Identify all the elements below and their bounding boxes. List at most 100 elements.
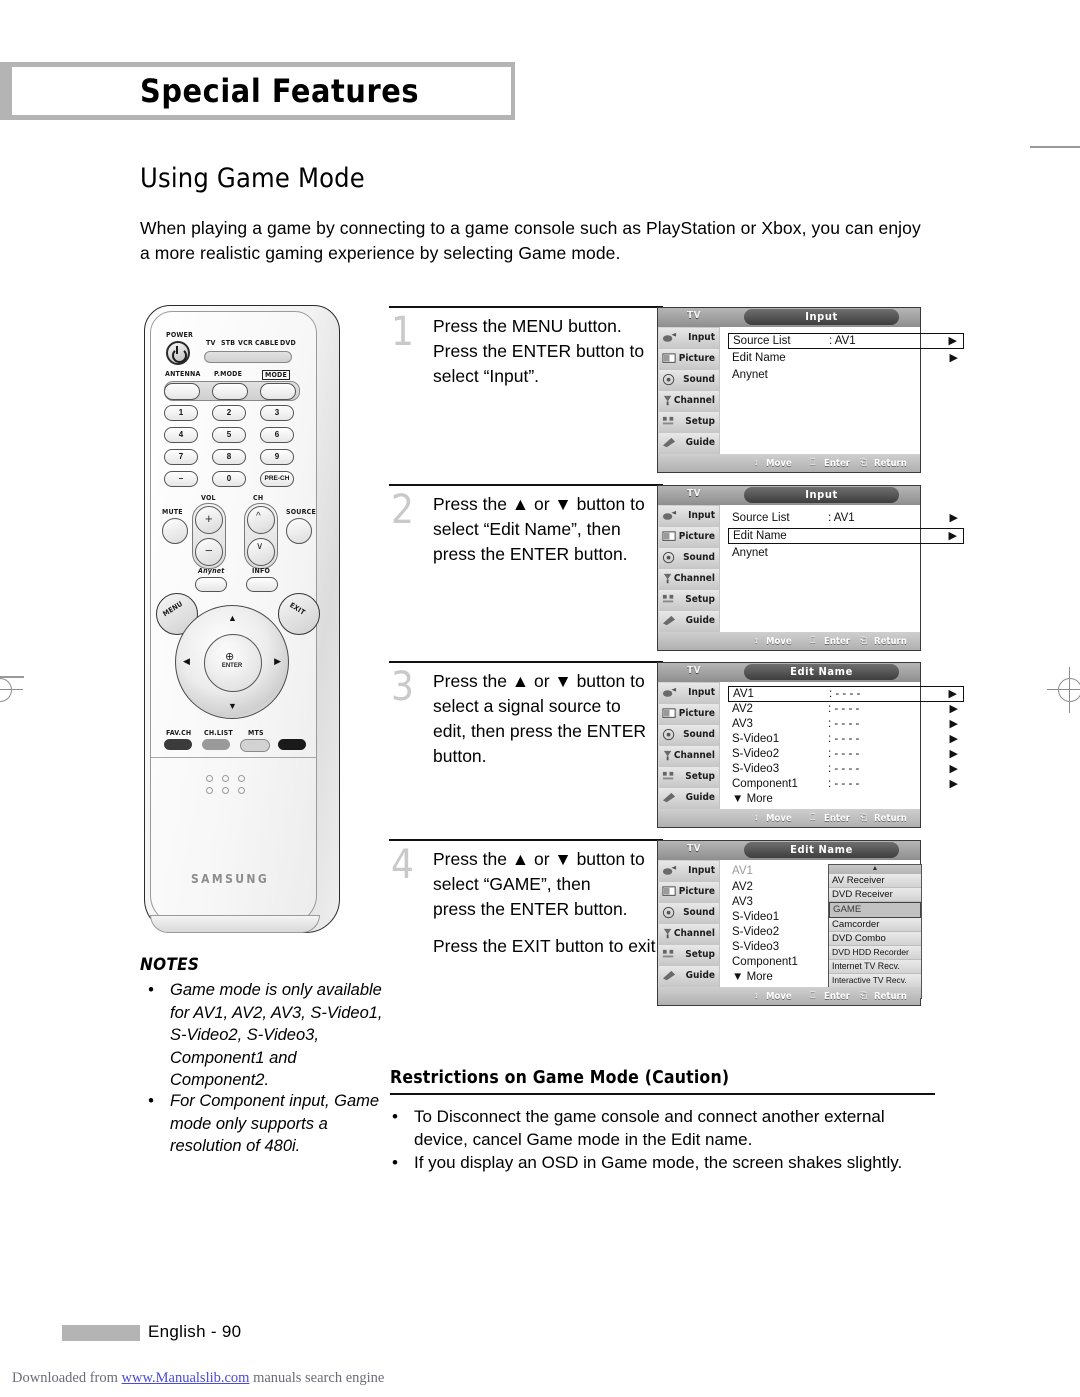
osd-row-source-list[interactable]: Source List : AV1 ▶ [728,511,964,527]
step-divider [389,306,663,309]
sidebar-item-input[interactable]: Input [659,861,719,883]
sidebar-item-input[interactable]: Input [659,683,719,705]
popup-item-av-receiver[interactable]: AV Receiver [829,874,921,889]
sidebar-item-setup[interactable]: Setup [659,945,719,967]
restriction-text: If you display an OSD in Game mode, the … [414,1153,903,1172]
popup-item-dvd-receiver[interactable]: DVD Receiver [829,888,921,903]
osd-row-av1[interactable]: AV1 : - - - - ▶ [728,686,964,702]
sidebar-item-guide[interactable]: Guide [659,788,719,810]
osd-panel-edit-name-2: TV Edit Name Input Picture Sound Channel… [657,840,922,1006]
key-4[interactable]: 4 [164,427,198,443]
device-name-popup[interactable]: ▲ AV Receiver DVD Receiver GAME Camcorde… [828,864,922,999]
osd-footer-bar: ↕ Move ⎕ Enter ⎗ Return [658,632,920,650]
osd-row-svideo2[interactable]: S-Video2 : - - - - ▶ [728,747,964,763]
ch-list-button[interactable] [202,739,230,750]
manualslib-link[interactable]: www.Manualslib.com [122,1370,250,1386]
popup-item-game[interactable]: GAME [829,902,921,918]
sidebar-item-input[interactable]: Input [659,506,719,528]
osd-row-svideo1[interactable]: S-Video1 : - - - - ▶ [728,732,964,748]
direction-pad[interactable]: ▲ ▼ ◀ ▶ ⊕ ENTER [175,605,289,719]
info-label: INFO [252,567,271,575]
sidebar-item-sound[interactable]: Sound [659,548,719,570]
step-text: Press the ▲ or ▼ button to select “Edit N… [433,494,645,564]
sidebar-item-guide[interactable]: Guide [659,966,719,988]
popup-item-dvd-hdd-recorder[interactable]: DVD HDD Recorder [829,945,921,961]
popup-item-internet-tv-recv[interactable]: Internet TV Recv. [829,960,921,975]
key-8[interactable]: 8 [212,449,246,465]
osd-row-component1[interactable]: Component1 : - - - - ▶ [728,777,964,793]
unlabeled-black-button[interactable] [278,739,306,750]
step-divider [389,839,663,842]
dpad-right-icon[interactable]: ▶ [274,656,281,667]
popup-item-camcorder[interactable]: Camcorder [829,917,921,932]
mts-button[interactable] [240,739,270,752]
osd-row-more[interactable]: ▼ More [728,792,964,808]
osd-tv-label: TV [686,310,702,321]
sidebar-item-channel[interactable]: Channel [659,391,719,413]
sidebar-item-setup[interactable]: Setup [659,767,719,789]
sidebar-item-sound[interactable]: Sound [659,903,719,925]
pmode-button[interactable] [212,383,248,400]
osd-footer-bar: ↕ Move ⎕ Enter ⎗ Return [658,809,920,827]
mute-button[interactable] [162,518,188,544]
sidebar-item-channel[interactable]: Channel [659,569,719,591]
osd-row-edit-name[interactable]: Edit Name ▶ [728,351,964,367]
osd-title: Input [805,310,838,323]
osd-row-svideo3[interactable]: S-Video3 : - - - - ▶ [728,762,964,778]
scroll-up-icon[interactable]: ▲ [829,865,921,874]
page-title: Using Game Mode [140,163,365,194]
sidebar-item-guide[interactable]: Guide [659,611,719,633]
mode-button[interactable] [260,383,296,400]
ch-list-label: CH.LIST [204,729,233,737]
osd-row-anynet[interactable]: Anynet [728,546,964,562]
osd-row-edit-name[interactable]: Edit Name ▶ [728,528,964,544]
sidebar-item-setup[interactable]: Setup [659,412,719,434]
key-5[interactable]: 5 [212,427,246,443]
key-3[interactable]: 3 [260,405,294,421]
osd-row-av3[interactable]: AV3 : - - - - ▶ [728,717,964,733]
power-button[interactable] [166,341,190,365]
key-7[interactable]: 7 [164,449,198,465]
dpad-up-icon[interactable]: ▲ [228,613,237,623]
key-9[interactable]: 9 [260,449,294,465]
key-1[interactable]: 1 [164,405,198,421]
fav-ch-label: FAV.CH [166,729,192,737]
key-2[interactable]: 2 [212,405,246,421]
sidebar-item-picture[interactable]: Picture [659,704,719,726]
osd-row-source-list[interactable]: Source List : AV1 ▶ [728,333,964,349]
source-button[interactable] [286,518,312,544]
antenna-button[interactable] [164,383,200,400]
fav-ch-button[interactable] [164,739,192,750]
volume-up-button[interactable]: + [195,506,223,534]
sidebar-item-guide[interactable]: Guide [659,433,719,455]
sidebar-item-picture[interactable]: Picture [659,527,719,549]
dpad-left-icon[interactable]: ◀ [183,656,190,667]
vent-dot [222,775,229,782]
info-button[interactable] [246,577,278,592]
sidebar-item-sound[interactable]: Sound [659,370,719,392]
sidebar-item-sound[interactable]: Sound [659,725,719,747]
dpad-down-icon[interactable]: ▼ [228,701,237,711]
sidebar-item-picture[interactable]: Picture [659,882,719,904]
sidebar-item-picture[interactable]: Picture [659,349,719,371]
source-label: SOURCE [286,508,316,516]
channel-up-button[interactable]: ^ [247,506,275,534]
osd-row-av2[interactable]: AV2 : - - - - ▶ [728,702,964,718]
popup-item-dvd-combo[interactable]: DVD Combo [829,931,921,946]
volume-down-button[interactable]: − [195,538,223,566]
key-dash[interactable]: – [164,471,198,487]
sidebar-item-setup[interactable]: Setup [659,590,719,612]
anynet-button[interactable] [195,577,227,592]
input-icon [662,509,677,523]
key-6[interactable]: 6 [260,427,294,443]
enter-button[interactable]: ⊕ ENTER [216,646,248,678]
channel-down-button[interactable]: ∨ [247,538,275,566]
key-0[interactable]: 0 [212,471,246,487]
sidebar-item-input[interactable]: Input [659,328,719,350]
osd-row-anynet[interactable]: Anynet [728,368,964,384]
sidebar-item-channel[interactable]: Channel [659,924,719,946]
key-pre-ch[interactable]: PRE-CH [260,471,294,487]
sidebar-item-channel[interactable]: Channel [659,746,719,768]
sound-icon [662,906,677,920]
bullet-icon: • [148,1092,154,1110]
